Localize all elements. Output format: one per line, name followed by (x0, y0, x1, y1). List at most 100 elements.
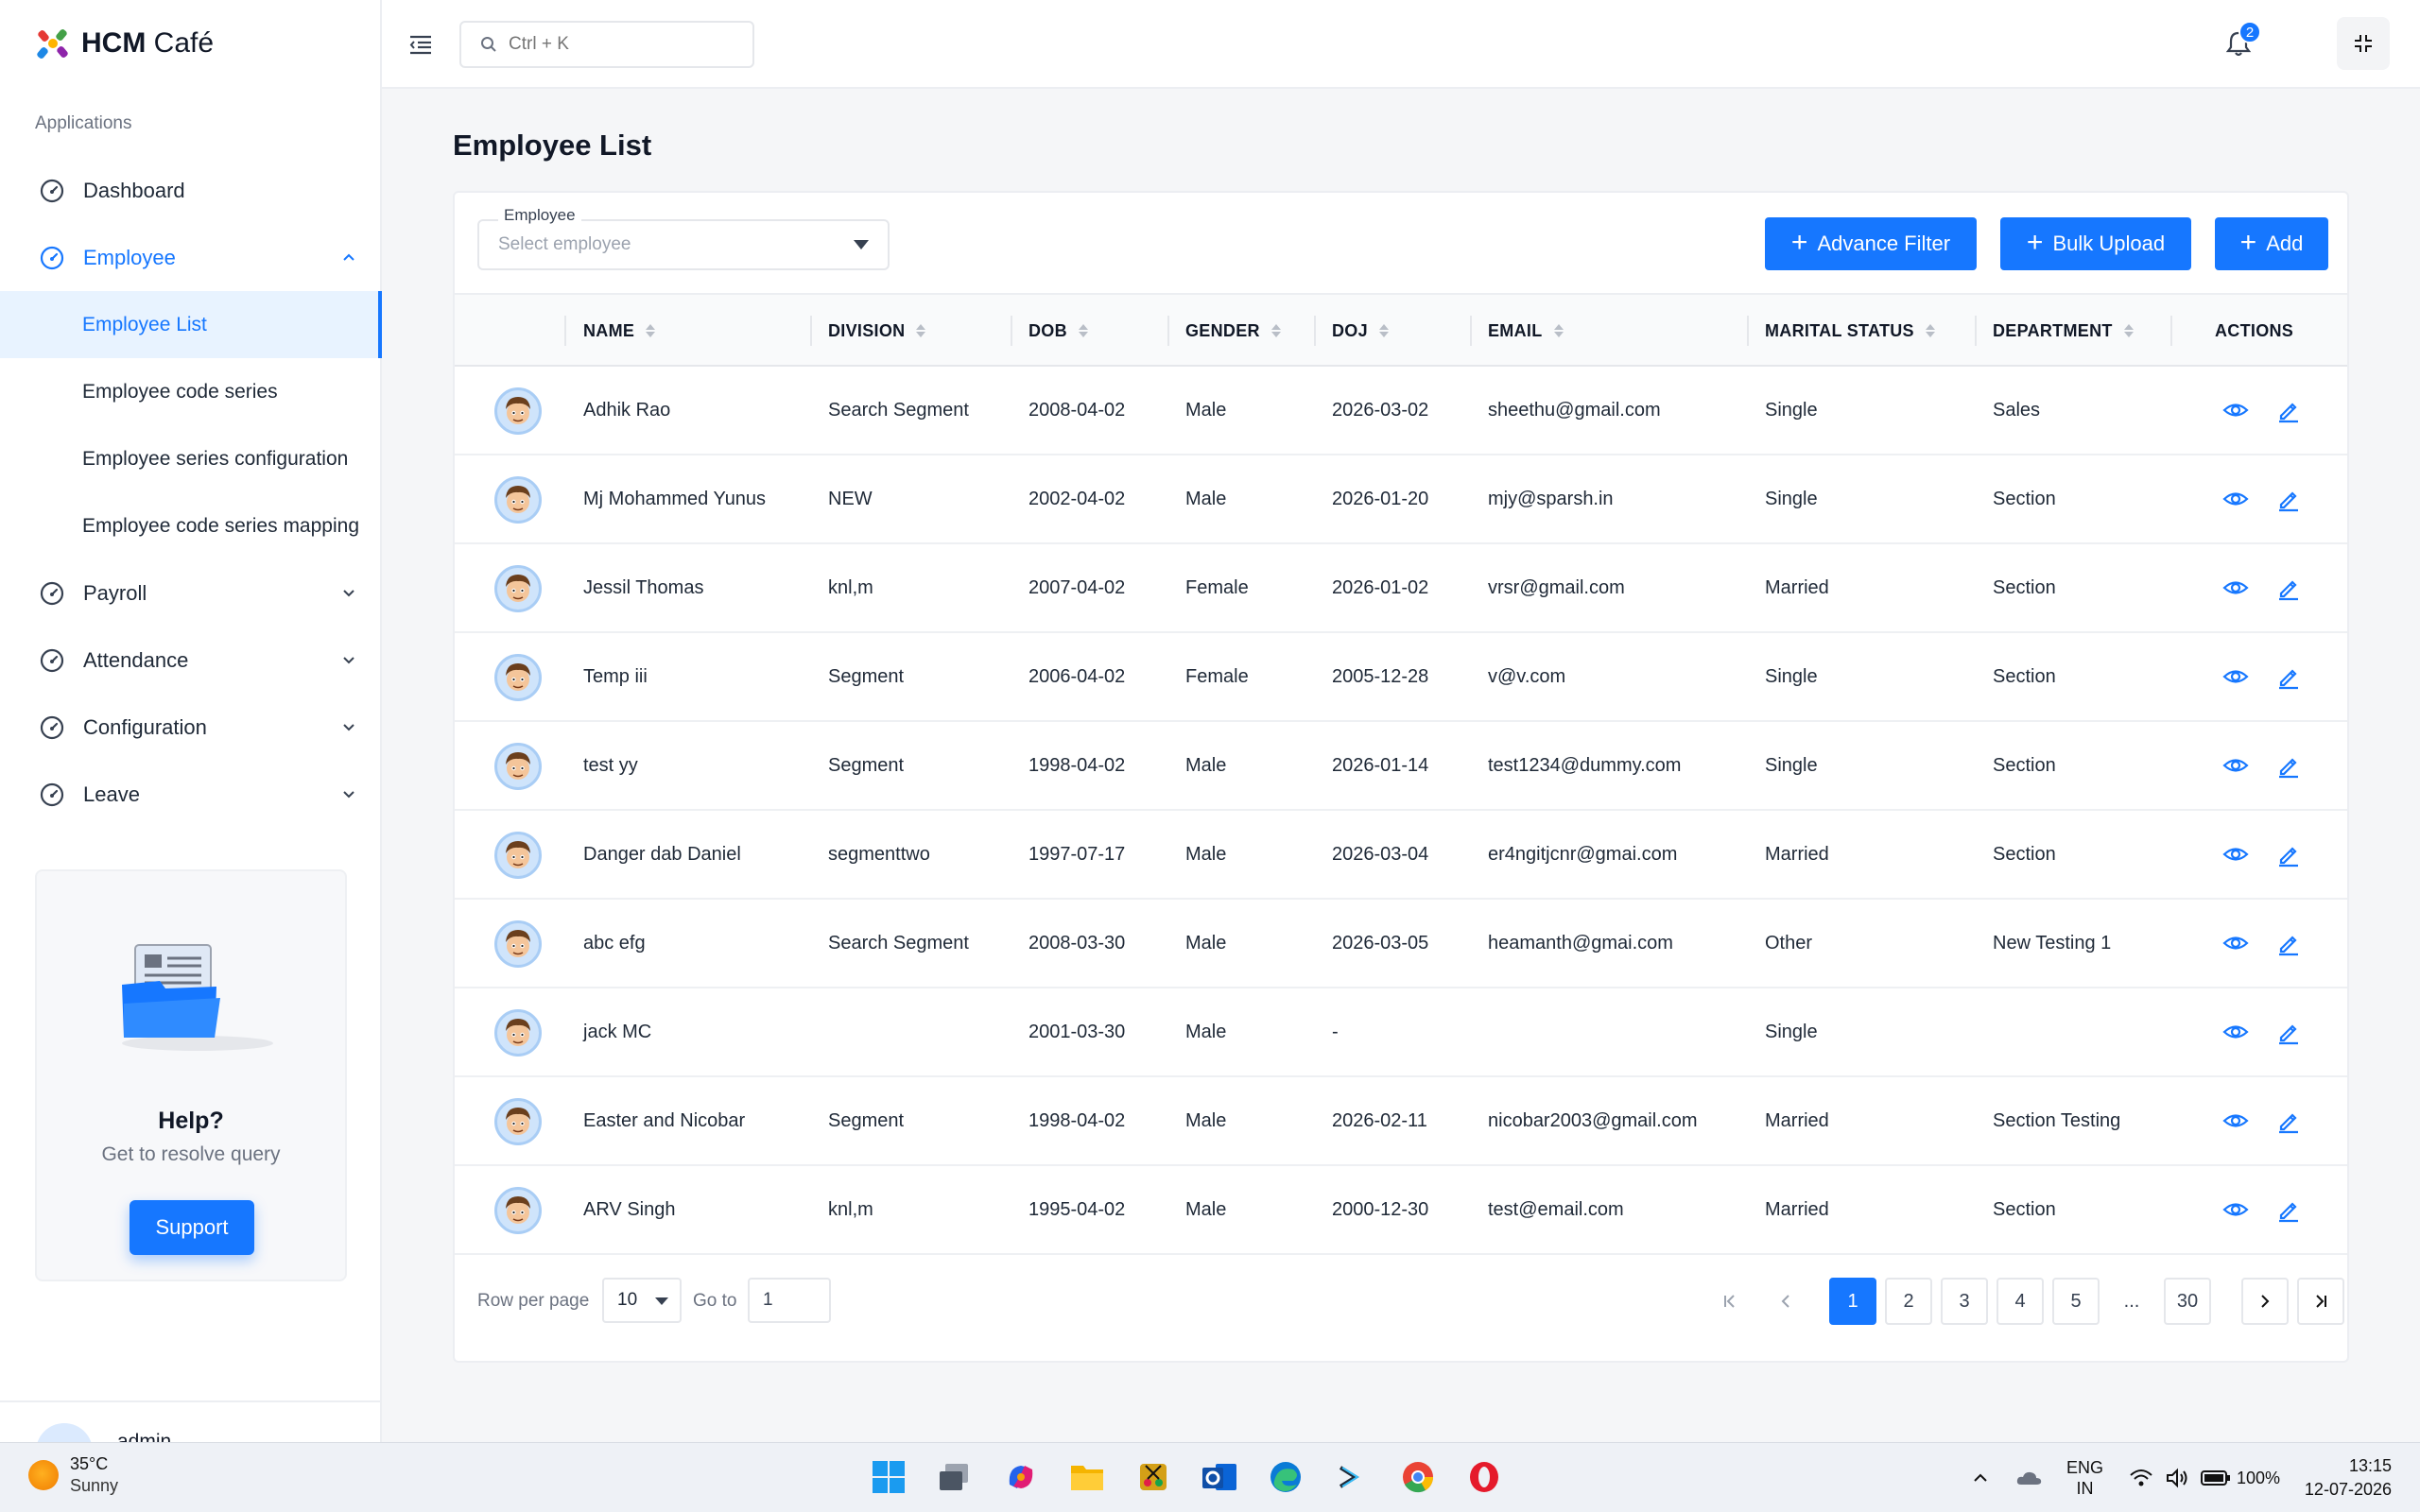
sort-icon[interactable] (646, 324, 656, 337)
taskbar-apps (868, 1456, 1505, 1498)
sidebar-item-configuration[interactable]: Configuration (0, 694, 382, 761)
user-profile[interactable]: admin (0, 1400, 382, 1442)
snipping-tool-icon[interactable] (1132, 1456, 1174, 1498)
view-eye-icon[interactable] (2222, 1196, 2249, 1223)
sidebar-subitem-employee-code-series-mapping[interactable]: Employee code series mapping (0, 492, 382, 559)
page-button[interactable]: 30 (2164, 1278, 2211, 1325)
sort-icon[interactable] (1270, 324, 1281, 337)
table-row[interactable]: abc efg Search Segment 2008-03-30 Male 2026-… (455, 900, 2347, 988)
sidebar-subitem-employee-code-series[interactable]: Employee code series (0, 358, 382, 425)
edit-pencil-icon[interactable] (2275, 1019, 2302, 1045)
table-row[interactable]: Easter and Nicobar Segment 1998-04-02 Male 2… (455, 1077, 2347, 1166)
battery-indicator[interactable]: 100% (2201, 1443, 2280, 1512)
goto-page-input[interactable]: 1 (748, 1278, 831, 1323)
sidebar-subitem-employee-list[interactable]: Employee List (0, 291, 382, 358)
language-indicator[interactable]: ENG IN (2066, 1443, 2103, 1512)
sort-icon[interactable] (916, 324, 926, 337)
table-row[interactable]: Mj Mohammed Yunus NEW 2002-04-02 Male 2026-0… (455, 455, 2347, 544)
column-header-marital-status[interactable]: MARITAL STATUS (1765, 295, 1935, 367)
windows-start-icon[interactable] (868, 1456, 909, 1498)
employee-select[interactable]: Select employee (477, 219, 890, 270)
first-page-button[interactable] (1706, 1278, 1754, 1325)
sort-icon[interactable] (1378, 324, 1389, 337)
column-header-name[interactable]: NAME (583, 295, 656, 367)
table-row[interactable]: test yy Segment 1998-04-02 Male 2026-01-14 te… (455, 722, 2347, 811)
search-box[interactable] (459, 21, 754, 68)
sidebar-item-payroll[interactable]: Payroll (0, 559, 382, 627)
cell-gender: Male (1185, 399, 1227, 421)
view-eye-icon[interactable] (2222, 752, 2249, 779)
collapse-menu-icon[interactable] (406, 30, 435, 59)
column-header-department[interactable]: DEPARTMENT (1993, 295, 2134, 367)
chrome-icon[interactable] (1397, 1456, 1439, 1498)
sidebar-item-dashboard[interactable]: Dashboard (0, 157, 382, 224)
page-button[interactable]: 2 (1885, 1278, 1932, 1325)
sidebar-item-attendance[interactable]: Attendance (0, 627, 382, 694)
edit-pencil-icon[interactable] (2275, 575, 2302, 601)
show-hidden-icons[interactable] (1970, 1443, 1991, 1512)
prev-page-button[interactable] (1762, 1278, 1809, 1325)
onedrive-icon[interactable] (2015, 1443, 2044, 1512)
view-eye-icon[interactable] (2222, 1108, 2249, 1134)
table-row[interactable]: Jessil Thomas knl,m 2007-04-02 Female 2026-0… (455, 544, 2347, 633)
column-header-dob[interactable]: DOB (1028, 295, 1088, 367)
exit-fullscreen-button[interactable] (2337, 17, 2390, 70)
page-button[interactable]: 3 (1941, 1278, 1988, 1325)
column-header-doj[interactable]: DOJ (1332, 295, 1389, 367)
page-button[interactable]: 4 (1996, 1278, 2044, 1325)
table-row[interactable]: jack MC 2001-03-30 Male - Single (455, 988, 2347, 1077)
opera-icon[interactable] (1463, 1456, 1505, 1498)
column-header-email[interactable]: EMAIL (1488, 295, 1564, 367)
view-eye-icon[interactable] (2222, 841, 2249, 868)
view-eye-icon[interactable] (2222, 663, 2249, 690)
volume-icon[interactable] (2165, 1443, 2189, 1512)
bulk-upload-button[interactable]: + Bulk Upload (2000, 217, 2191, 270)
view-eye-icon[interactable] (2222, 575, 2249, 601)
terminal-icon[interactable] (1331, 1456, 1373, 1498)
view-eye-icon[interactable] (2222, 930, 2249, 956)
page-button[interactable]: 5 (2052, 1278, 2100, 1325)
edit-pencil-icon[interactable] (2275, 663, 2302, 690)
edge-icon[interactable] (1265, 1456, 1306, 1498)
sidebar-item-label: Dashboard (83, 178, 185, 202)
sort-icon[interactable] (1078, 324, 1088, 337)
column-header-gender[interactable]: GENDER (1185, 295, 1281, 367)
table-row[interactable]: Danger dab Daniel segmenttwo 1997-07-17 Mal… (455, 811, 2347, 900)
edit-pencil-icon[interactable] (2275, 841, 2302, 868)
sidebar-item-employee[interactable]: Employee (0, 224, 382, 291)
sidebar-item-leave[interactable]: Leave (0, 761, 382, 828)
task-view-icon[interactable] (934, 1456, 976, 1498)
view-eye-icon[interactable] (2222, 397, 2249, 423)
edit-pencil-icon[interactable] (2275, 397, 2302, 423)
view-eye-icon[interactable] (2222, 486, 2249, 512)
brand-logo[interactable]: HCM Café (34, 23, 214, 64)
edit-pencil-icon[interactable] (2275, 930, 2302, 956)
next-page-button[interactable] (2241, 1278, 2289, 1325)
table-row[interactable]: Temp iii Segment 2006-04-02 Female 2005-12-2… (455, 633, 2347, 722)
add-button[interactable]: + Add (2215, 217, 2328, 270)
rows-per-page-select[interactable]: 10 (602, 1278, 682, 1323)
edit-pencil-icon[interactable] (2275, 1196, 2302, 1223)
table-row[interactable]: Adhik Rao Search Segment 2008-04-02 Male 202… (455, 367, 2347, 455)
page-button[interactable]: 1 (1829, 1278, 1876, 1325)
sort-icon[interactable] (1553, 324, 1564, 337)
sort-icon[interactable] (2123, 324, 2134, 337)
column-header-division[interactable]: DIVISION (828, 295, 926, 367)
sidebar-subitem-employee-series-configuration[interactable]: Employee series configuration (0, 425, 382, 492)
edit-pencil-icon[interactable] (2275, 752, 2302, 779)
file-explorer-icon[interactable] (1066, 1456, 1108, 1498)
copilot-icon[interactable] (1000, 1456, 1042, 1498)
sort-icon[interactable] (1925, 324, 1935, 337)
outlook-icon[interactable] (1199, 1456, 1240, 1498)
table-row[interactable]: ARV Singh knl,m 1995-04-02 Male 2000-12-30 te… (455, 1166, 2347, 1255)
weather-widget[interactable]: 35°C Sunny (28, 1454, 118, 1496)
edit-pencil-icon[interactable] (2275, 486, 2302, 512)
support-button[interactable]: Support (130, 1200, 254, 1255)
view-eye-icon[interactable] (2222, 1019, 2249, 1045)
search-input[interactable] (509, 34, 717, 55)
last-page-button[interactable] (2297, 1278, 2344, 1325)
advance-filter-button[interactable]: + Advance Filter (1765, 217, 1977, 270)
edit-pencil-icon[interactable] (2275, 1108, 2302, 1134)
system-clock[interactable]: 13:15 12-07-2026 (2305, 1454, 2392, 1502)
wifi-icon[interactable] (2129, 1443, 2153, 1512)
